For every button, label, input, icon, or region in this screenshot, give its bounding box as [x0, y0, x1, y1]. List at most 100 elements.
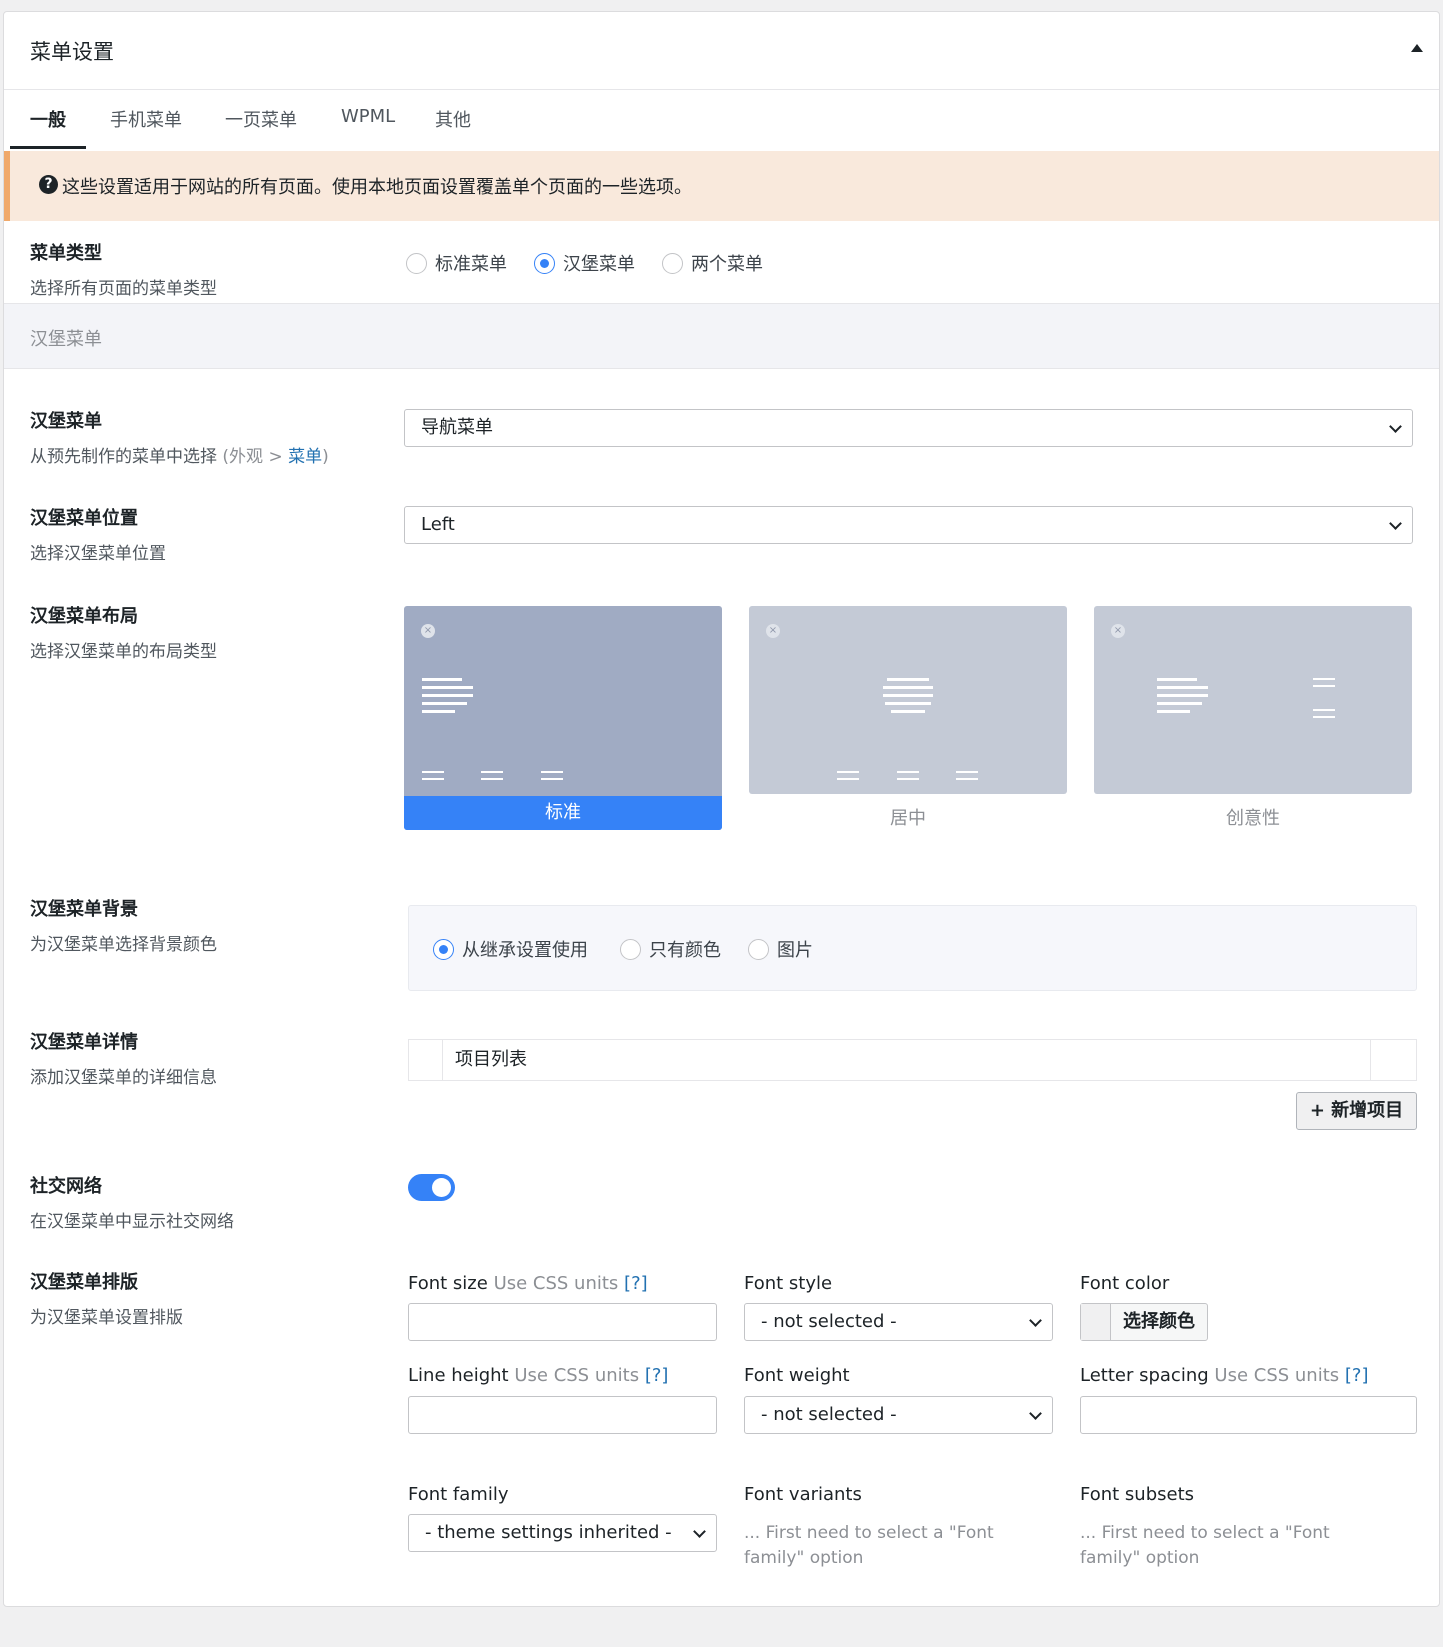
layout-option-standard[interactable]: × 标准 [404, 606, 722, 830]
label-text: Letter spacing [1080, 1365, 1209, 1386]
hamburger-background-label: 汉堡菜单背景 为汉堡菜单选择背景颜色 [30, 895, 217, 955]
panel-header[interactable]: 菜单设置 [4, 12, 1439, 90]
font-variants-note: ... First need to select a "Font family"… [744, 1523, 994, 1568]
help-link[interactable]: [?] [645, 1365, 669, 1386]
section-hamburger-header: 汉堡菜单 [4, 303, 1439, 369]
toggle-knob [432, 1178, 451, 1197]
hamburger-position-select[interactable]: Left [404, 506, 1413, 544]
hamburger-details-desc: 添加汉堡菜单的详细信息 [30, 1068, 217, 1088]
help-icon: ? [39, 175, 58, 194]
font-weight-select[interactable]: - not selected - [744, 1396, 1053, 1434]
hamburger-position-label: 汉堡菜单位置 选择汉堡菜单位置 [30, 504, 166, 564]
layout-option-creative[interactable]: × [1094, 606, 1412, 794]
typography-label: 汉堡菜单排版 为汉堡菜单设置排版 [30, 1268, 183, 1328]
tab-other[interactable]: 其他 [435, 106, 471, 146]
radio-hamburger-menu[interactable]: 汉堡菜单 [534, 250, 635, 276]
panel-title: 菜单设置 [30, 40, 114, 64]
layout-label-creative: 创意性 [1226, 808, 1280, 829]
radio-dot[interactable] [620, 938, 641, 960]
radio-standard-menu[interactable]: 标准菜单 [406, 250, 507, 276]
select-value: Left [421, 514, 455, 535]
menus-link[interactable]: 菜单 [288, 447, 322, 467]
radio-bg-color-only[interactable]: 只有颜色 [620, 936, 721, 962]
hamburger-details-title: 汉堡菜单详情 [30, 1032, 138, 1053]
layout-selected-label: 标准 [404, 796, 722, 830]
line-height-label: Line height Use CSS units [?] [408, 1365, 668, 1386]
social-title: 社交网络 [30, 1176, 102, 1197]
section-title: 汉堡菜单 [30, 329, 102, 350]
hint-text: Use CSS units [1214, 1365, 1340, 1386]
font-family-label: Font family [408, 1484, 509, 1505]
font-subsets-note: ... First need to select a "Font family"… [1080, 1523, 1330, 1568]
close-icon: × [766, 624, 780, 638]
collapse-arrow-icon[interactable] [1411, 44, 1423, 52]
letter-spacing-input[interactable] [1080, 1396, 1417, 1434]
chevron-down-icon [1389, 517, 1402, 530]
color-swatch[interactable] [1081, 1304, 1111, 1340]
add-item-button[interactable]: + 新增项目 [1296, 1092, 1417, 1130]
menu-type-desc: 选择所有页面的菜单类型 [30, 279, 217, 299]
select-value: - not selected - [761, 1404, 897, 1425]
radio-dot[interactable] [662, 252, 683, 274]
hamburger-menu-desc: 从预先制作的菜单中选择 (外观 > 菜单) [30, 442, 329, 467]
chevron-down-icon [1029, 1407, 1042, 1420]
radio-label: 两个菜单 [691, 254, 763, 275]
radio-label: 从继承设置使用 [462, 940, 588, 961]
font-family-select[interactable]: - theme settings inherited - [408, 1514, 717, 1552]
radio-dot-selected[interactable] [433, 938, 454, 960]
select-value: - theme settings inherited - [425, 1522, 672, 1543]
tab-wpml[interactable]: WPML [341, 106, 395, 141]
layout-option-centered[interactable]: × [749, 606, 1067, 794]
info-notice: ? 这些设置适用于网站的所有页面。使用本地页面设置覆盖单个页面的一些选项。 [4, 151, 1439, 221]
close-icon: × [421, 624, 435, 638]
font-size-label: Font size Use CSS units [?] [408, 1273, 648, 1294]
hamburger-menu-label: 汉堡菜单 从预先制作的菜单中选择 (外观 > 菜单) [30, 407, 329, 467]
font-variants-label: Font variants [744, 1484, 862, 1505]
list-header: 项目列表 [442, 1040, 1371, 1080]
font-color-label: Font color [1080, 1273, 1170, 1294]
tab-general[interactable]: 一般 [10, 106, 86, 149]
help-link[interactable]: [?] [1345, 1365, 1369, 1386]
label-text: Font size [408, 1273, 488, 1294]
hamburger-menu-select[interactable]: 导航菜单 [404, 409, 1413, 447]
social-toggle[interactable] [408, 1174, 455, 1201]
line-height-input[interactable] [408, 1396, 717, 1434]
help-link[interactable]: [?] [624, 1273, 648, 1294]
radio-label: 汉堡菜单 [563, 254, 635, 275]
chevron-down-icon [1029, 1314, 1042, 1327]
notice-text: 这些设置适用于网站的所有页面。使用本地页面设置覆盖单个页面的一些选项。 [62, 177, 692, 198]
menu-type-label: 菜单类型 选择所有页面的菜单类型 [30, 239, 217, 299]
hamburger-layout-title: 汉堡菜单布局 [30, 606, 138, 627]
color-button-label: 选择颜色 [1123, 1311, 1195, 1332]
settings-tabs: 一般 手机菜单 一页菜单 WPML 其他 [4, 90, 1439, 151]
chevron-down-icon [693, 1525, 706, 1538]
tab-mobile-menu[interactable]: 手机菜单 [110, 106, 182, 146]
radio-dot[interactable] [406, 252, 427, 274]
radio-bg-image[interactable]: 图片 [748, 936, 813, 962]
desc-path: (外观 > [222, 447, 289, 467]
hamburger-position-title: 汉堡菜单位置 [30, 508, 138, 529]
hamburger-position-desc: 选择汉堡菜单位置 [30, 544, 166, 564]
font-color-picker-button[interactable]: 选择颜色 [1080, 1303, 1208, 1341]
label-text: Line height [408, 1365, 509, 1386]
hamburger-details-label: 汉堡菜单详情 添加汉堡菜单的详细信息 [30, 1028, 217, 1088]
radio-two-menus[interactable]: 两个菜单 [662, 250, 763, 276]
hamburger-layout-desc: 选择汉堡菜单的布局类型 [30, 642, 217, 662]
font-style-select[interactable]: - not selected - [744, 1303, 1053, 1341]
font-style-label: Font style [744, 1273, 833, 1294]
close-icon: × [1111, 624, 1125, 638]
radio-dot-selected[interactable] [534, 252, 555, 274]
font-size-input[interactable] [408, 1303, 717, 1341]
details-item-list: 项目列表 [408, 1039, 1417, 1081]
hamburger-background-desc: 为汉堡菜单选择背景颜色 [30, 935, 217, 955]
chevron-down-icon [1389, 420, 1402, 433]
tab-one-page-menu[interactable]: 一页菜单 [225, 106, 297, 146]
social-desc: 在汉堡菜单中显示社交网络 [30, 1212, 234, 1232]
hint-text: Use CSS units [514, 1365, 640, 1386]
radio-bg-inherit[interactable]: 从继承设置使用 [433, 936, 588, 962]
hint-text: Use CSS units [493, 1273, 619, 1294]
menu-settings-panel: 菜单设置 一般 手机菜单 一页菜单 WPML 其他 ? 这些设置适用于网站的所有… [3, 11, 1440, 1607]
desc-text: 从预先制作的菜单中选择 [30, 447, 223, 467]
radio-label: 标准菜单 [435, 254, 507, 275]
radio-dot[interactable] [748, 938, 769, 960]
